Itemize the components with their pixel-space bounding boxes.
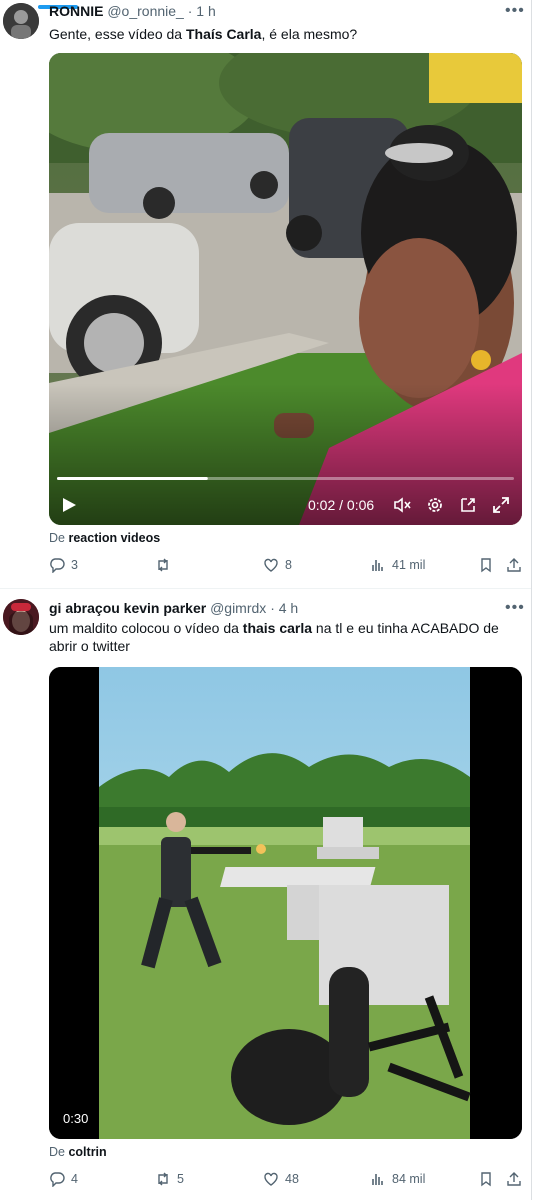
reply-button[interactable]: 4: [49, 1171, 78, 1187]
like-icon: [264, 558, 278, 572]
reply-icon: [50, 558, 65, 573]
text-part: um maldito colocou o vídeo da: [49, 620, 243, 636]
share-button[interactable]: [506, 1171, 522, 1187]
progress-fill: [57, 477, 208, 480]
display-name[interactable]: gi abraçou kevin parker: [49, 600, 206, 616]
tweet-text: um maldito colocou o vídeo da thais carl…: [49, 619, 519, 655]
views-icon: [372, 560, 383, 571]
video-frame: [49, 53, 522, 525]
retweet-count: 5: [177, 1172, 184, 1186]
video-source: De reaction videos: [49, 531, 160, 545]
text-part: Gente, esse vídeo da: [49, 26, 186, 42]
reply-icon: [50, 1172, 65, 1187]
tweet-header: gi abraçou kevin parker @gimrdx · 4 h: [49, 600, 298, 616]
reply-count: 3: [71, 558, 78, 572]
highlight: thais carla: [242, 620, 313, 636]
tweet-gimrdx[interactable]: gi abraçou kevin parker @gimrdx · 4 h ••…: [0, 589, 532, 1200]
bookmark-button[interactable]: [478, 557, 494, 573]
source-prefix: De: [49, 531, 65, 545]
avatar[interactable]: [3, 599, 39, 635]
reply-button[interactable]: 3: [49, 557, 78, 573]
video-player[interactable]: 0:02 / 0:06: [49, 53, 522, 525]
retweet-icon: [158, 558, 168, 572]
video-player[interactable]: 0:30: [49, 667, 522, 1139]
share-button[interactable]: [506, 557, 522, 573]
like-count: 48: [285, 1172, 299, 1186]
timeline: RONNIE @o_ronnie_ · 1 h ••• Gente, esse …: [0, 0, 541, 1200]
tweet-text: Gente, esse vídeo da Thaís Carla, é ela …: [49, 25, 519, 43]
pip-icon[interactable]: [459, 496, 477, 514]
views-count: 41 mil: [392, 558, 426, 572]
user-handle[interactable]: @o_ronnie_: [107, 3, 184, 19]
retweet-icon: [158, 1172, 168, 1186]
video-time: 0:02 / 0:06: [308, 497, 375, 513]
fullscreen-icon[interactable]: [492, 496, 510, 514]
dot-separator: ·: [187, 3, 193, 19]
source-link[interactable]: coltrin: [68, 1145, 106, 1159]
bookmark-button[interactable]: [478, 1171, 494, 1187]
bookmark-icon: [481, 558, 491, 573]
avatar[interactable]: [3, 3, 39, 39]
more-icon[interactable]: •••: [505, 2, 525, 20]
retweet-button[interactable]: [155, 557, 177, 573]
views-count: 84 mil: [392, 1172, 426, 1186]
like-count: 8: [285, 558, 292, 572]
mute-icon[interactable]: [393, 496, 411, 514]
tweet-ronnie[interactable]: RONNIE @o_ronnie_ · 1 h ••• Gente, esse …: [0, 0, 532, 588]
highlight: Thaís Carla: [185, 26, 262, 42]
action-bar: 3 8 41 mil: [49, 557, 522, 577]
text-part: , é ela mesmo?: [261, 26, 358, 42]
timestamp[interactable]: 4 h: [279, 600, 298, 616]
source-prefix: De: [49, 1145, 65, 1159]
views-button[interactable]: 41 mil: [370, 557, 425, 573]
column-border: [531, 0, 541, 1200]
views-button[interactable]: 84 mil: [370, 1171, 425, 1187]
more-icon[interactable]: •••: [505, 599, 525, 617]
dot-separator: ·: [270, 600, 275, 616]
views-icon: [372, 1174, 383, 1185]
share-icon: [507, 558, 521, 572]
like-icon: [264, 1172, 278, 1186]
like-button[interactable]: 48: [263, 1171, 299, 1187]
retweet-button[interactable]: 5: [155, 1171, 184, 1187]
display-name[interactable]: RONNIE: [49, 3, 103, 19]
source-link[interactable]: reaction videos: [68, 531, 160, 545]
user-handle[interactable]: @gimrdx: [210, 600, 266, 616]
like-button[interactable]: 8: [263, 557, 292, 573]
settings-icon[interactable]: [426, 496, 444, 514]
tweet-header: RONNIE @o_ronnie_ · 1 h: [49, 3, 216, 19]
video-frame: [49, 667, 522, 1139]
reply-count: 4: [71, 1172, 78, 1186]
timestamp[interactable]: 1 h: [196, 3, 215, 19]
video-source: De coltrin: [49, 1145, 107, 1159]
play-icon[interactable]: [61, 497, 77, 513]
share-icon: [507, 1172, 521, 1186]
bookmark-icon: [481, 1172, 491, 1187]
action-bar: 4 5 48 84 mil: [49, 1171, 522, 1191]
video-duration: 0:30: [63, 1111, 89, 1126]
